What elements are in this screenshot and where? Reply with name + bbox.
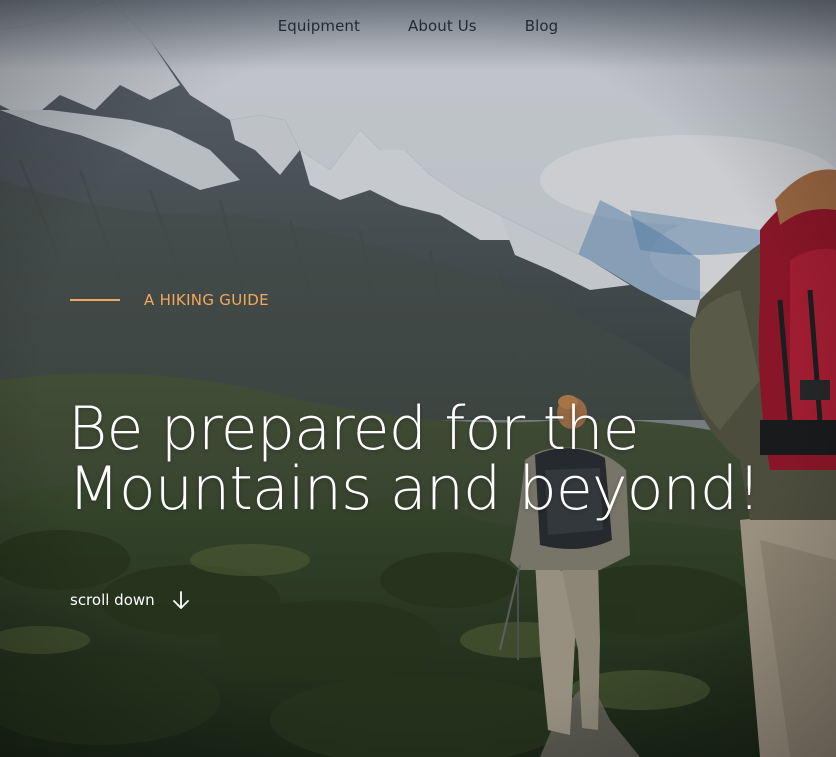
scroll-down-label: scroll down (70, 591, 155, 609)
hero-headline: Be prepared for the Mountains and beyond… (68, 394, 761, 524)
hero-section: Equipment About Us Blog A HIKING GUIDE B… (0, 0, 836, 757)
hero-eyebrow: A HIKING GUIDE (70, 291, 269, 309)
scroll-down-link[interactable]: scroll down (70, 590, 190, 610)
nav-link-about-us[interactable]: About Us (408, 17, 477, 35)
nav-link-equipment[interactable]: Equipment (278, 17, 360, 35)
hero-background-image (0, 0, 836, 757)
eyebrow-divider-line (70, 299, 120, 301)
main-nav: Equipment About Us Blog (0, 0, 836, 54)
nav-link-blog[interactable]: Blog (525, 17, 559, 35)
arrow-down-icon (172, 591, 189, 609)
eyebrow-label: A HIKING GUIDE (144, 291, 269, 309)
headline-line-2: Mountains and beyond! (68, 454, 761, 524)
headline-line-1: Be prepared for the (68, 394, 640, 464)
